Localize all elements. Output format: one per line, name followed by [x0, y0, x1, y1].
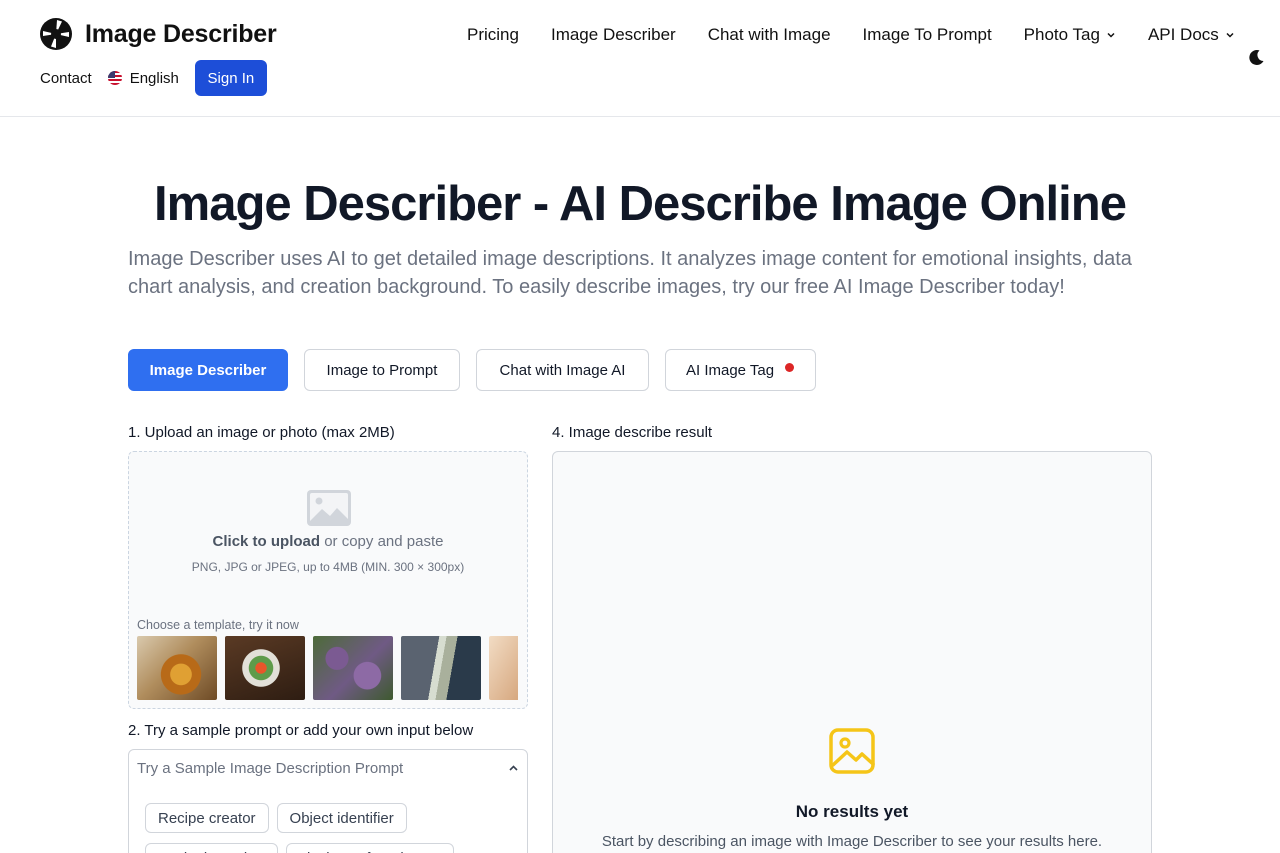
chip-list-items[interactable]: List items from image: [285, 843, 455, 853]
template-thumbnail-necklace[interactable]: [137, 636, 217, 700]
chip-object-identifier[interactable]: Object identifier: [276, 803, 407, 833]
template-thumbnail-pastry[interactable]: [489, 636, 518, 700]
page-subtitle: Image Describer uses AI to get detailed …: [128, 248, 1132, 298]
tab-ai-image-tag[interactable]: AI Image Tag: [665, 349, 816, 391]
chip-marketing-writer[interactable]: Marketing writer: [145, 843, 278, 853]
prompt-step-label: 2. Try a sample prompt or add your own i…: [128, 722, 474, 739]
copy-paste-text: or copy and paste: [320, 533, 444, 550]
chevron-up-icon: [509, 765, 518, 771]
tab-image-describer[interactable]: Image Describer: [128, 349, 288, 391]
us-flag-icon: [107, 71, 122, 85]
nav-chat-with-image-label: Chat with Image: [707, 25, 831, 44]
nav-image-to-prompt[interactable]: Image To Prompt: [863, 25, 992, 45]
tool-tabs: Image Describer Image to Prompt Chat wit…: [128, 349, 816, 391]
tab-image-to-prompt[interactable]: Image to Prompt: [304, 349, 460, 391]
nav-api-docs-label: API Docs: [1147, 25, 1219, 44]
chip-recipe-creator[interactable]: Recipe creator: [145, 803, 269, 833]
chevron-down-icon: [1226, 32, 1234, 38]
contact-link[interactable]: Contact: [40, 70, 92, 87]
nav-pricing-label: Pricing: [467, 25, 519, 44]
tab-chat-with-image-ai[interactable]: Chat with Image AI: [476, 349, 649, 391]
empty-results-title: No results yet: [795, 802, 909, 821]
logo-text: Image Describer: [85, 19, 277, 48]
nav-photo-tag[interactable]: Photo Tag: [1024, 25, 1116, 45]
language-label: English: [129, 69, 179, 87]
upload-dropzone[interactable]: Click to upload or copy and paste PNG, J…: [128, 451, 528, 709]
main-nav: Pricing Image Describer Chat with Image …: [467, 25, 1235, 45]
sign-in-button[interactable]: Sign In: [194, 60, 267, 96]
nav-photo-tag-label: Photo Tag: [1023, 25, 1100, 44]
sample-prompt-chips: Recipe creator Object identifier Marketi…: [145, 803, 505, 853]
template-thumbnails: [137, 636, 518, 700]
sample-prompt-select-text: Try a Sample Image Description Prompt: [137, 759, 404, 777]
site-header: Image Describer Pricing Image Describer …: [0, 0, 1280, 117]
empty-results-text: Start by describing an image with Image …: [601, 833, 1103, 850]
aperture-logo-icon: [40, 18, 72, 50]
nav-api-docs[interactable]: API Docs: [1148, 25, 1235, 45]
sample-prompt-panel: Recipe creator Object identifier Marketi…: [128, 786, 528, 853]
nav-image-describer-label: Image Describer: [550, 25, 676, 44]
click-to-upload-text[interactable]: Click to upload: [213, 533, 321, 550]
nav-pricing[interactable]: Pricing: [467, 25, 519, 45]
page-title: Image Describer - AI Describe Image Onli…: [154, 177, 1127, 231]
image-placeholder-icon: [307, 490, 351, 526]
logo-link[interactable]: Image Describer: [40, 18, 277, 50]
upload-instruction: Click to upload or copy and paste: [129, 533, 527, 550]
template-label: Choose a template, try it now: [137, 618, 299, 632]
header-secondary-row: Contact English Sign In: [40, 60, 267, 96]
chevron-down-icon: [1107, 32, 1115, 38]
template-thumbnail-snack-package[interactable]: [401, 636, 481, 700]
notification-dot: [785, 363, 794, 372]
nav-image-to-prompt-label: Image To Prompt: [862, 25, 992, 44]
tab-ai-image-tag-label: AI Image Tag: [686, 361, 775, 379]
result-panel: No results yet Start by describing an im…: [552, 451, 1152, 853]
language-selector[interactable]: English: [107, 69, 179, 87]
sample-prompt-select[interactable]: Try a Sample Image Description Prompt: [128, 749, 528, 787]
upload-step-label: 1. Upload an image or photo (max 2MB): [128, 424, 395, 441]
template-thumbnail-food-bowl[interactable]: [225, 636, 305, 700]
upload-hint: PNG, JPG or JPEG, up to 4MB (MIN. 300 × …: [191, 560, 465, 574]
result-step-label: 4. Image describe result: [552, 424, 713, 441]
nav-image-describer[interactable]: Image Describer: [551, 25, 676, 45]
image-result-icon: [829, 728, 875, 774]
moon-icon[interactable]: [1247, 49, 1265, 67]
template-thumbnail-purple-plants[interactable]: [313, 636, 393, 700]
nav-chat-with-image[interactable]: Chat with Image: [708, 25, 831, 45]
